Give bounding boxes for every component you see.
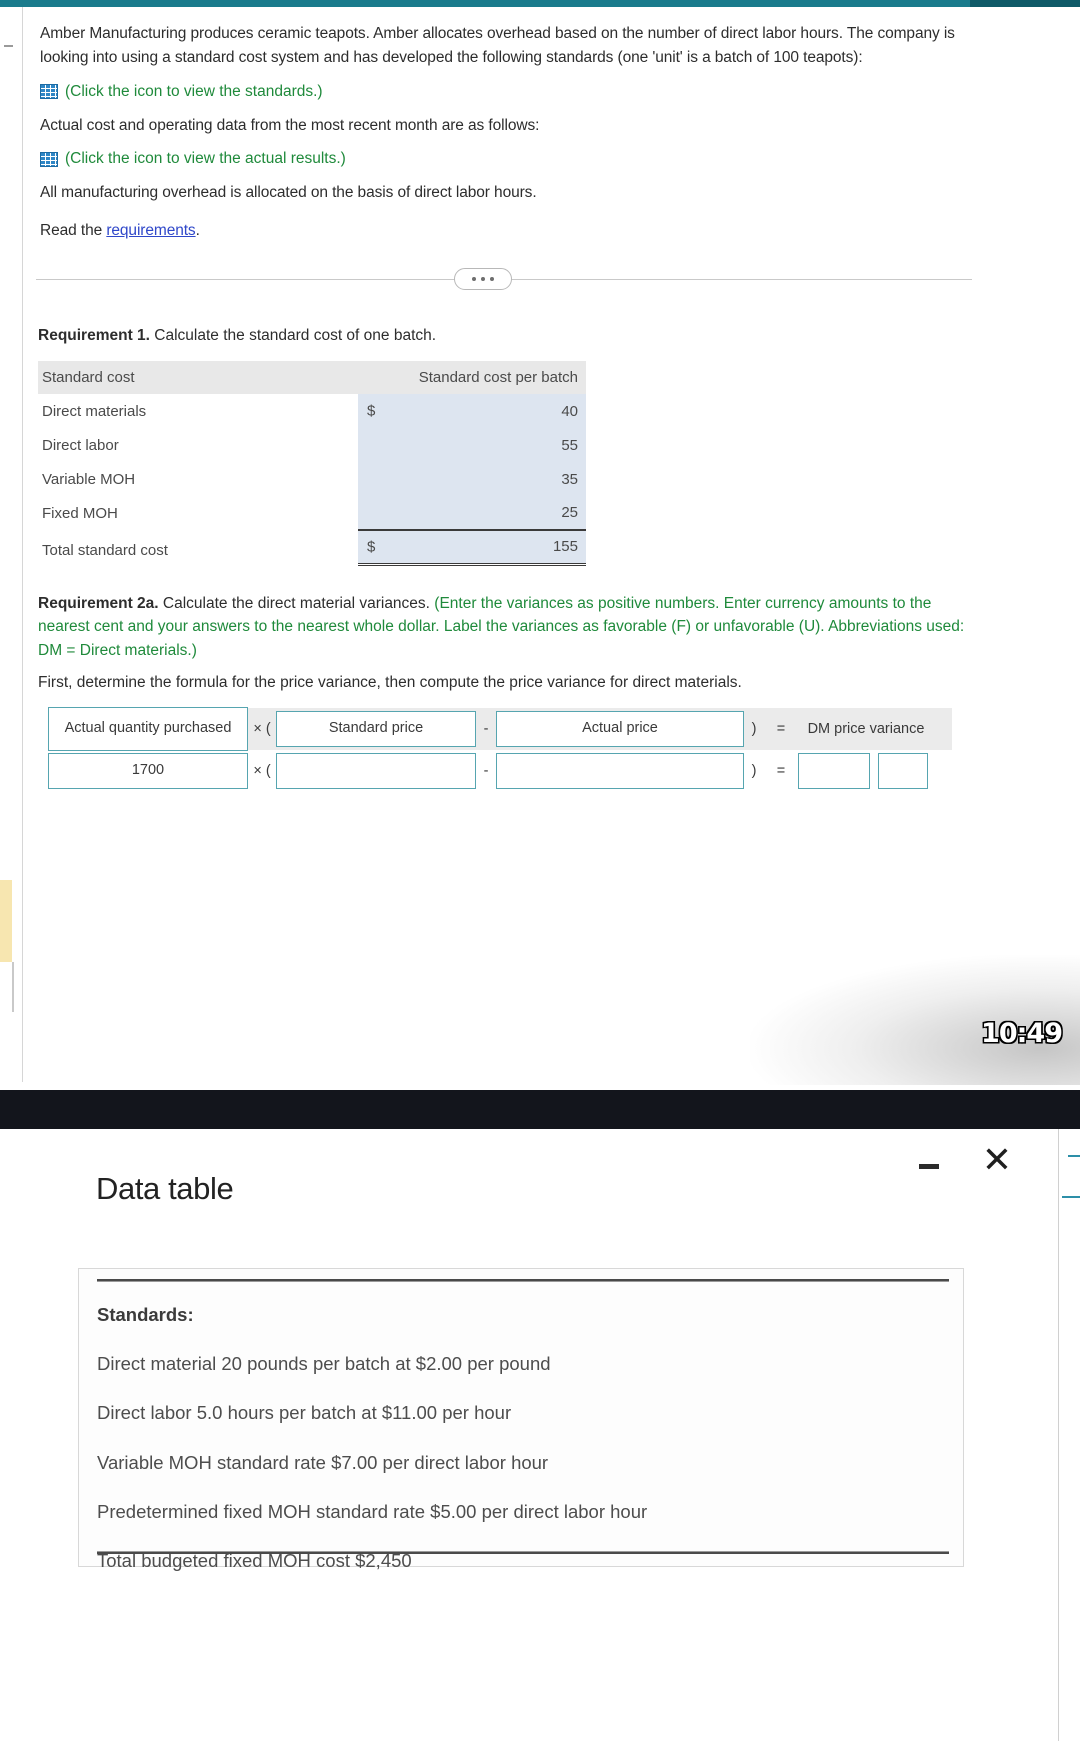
- equals-operator: =: [776, 763, 786, 779]
- formula-term2-label: Standard price: [276, 711, 476, 747]
- equals-operator: =: [776, 721, 786, 737]
- top-accent-bar-right: [970, 0, 1080, 7]
- modal-right-edge: [1058, 1129, 1059, 1741]
- standards-line-fixed-moh-rate: Predetermined fixed MOH standard rate $5…: [97, 1500, 648, 1522]
- standards-data-panel: Standards: Direct material 20 pounds per…: [78, 1268, 964, 1571]
- row-label-direct-labor: Direct labor: [42, 436, 119, 454]
- formula-input-row: 1700 × ( - ) =: [48, 750, 952, 792]
- value-text: 25: [561, 504, 578, 521]
- standards-heading: Standards:: [97, 1304, 194, 1325]
- requirement-2a-label: Requirement 2a.: [38, 595, 159, 612]
- table-header-left: Standard cost: [38, 361, 358, 394]
- app-root: Amber Manufacturing produces ceramic tea…: [0, 0, 1080, 1741]
- requirement-2a-heading: Requirement 2a. Calculate the direct mat…: [38, 592, 968, 662]
- background-accent-line: [1062, 1196, 1080, 1198]
- background-accent-line: [1068, 1155, 1080, 1157]
- read-suffix-text: .: [195, 221, 200, 239]
- standards-link-label[interactable]: (Click the icon to view the standards.): [65, 83, 323, 101]
- standard-price-input[interactable]: [276, 753, 476, 789]
- multiply-operator: × (: [253, 763, 271, 779]
- actual-results-link-label[interactable]: (Click the icon to view the actual resul…: [65, 150, 346, 168]
- actual-results-link-row[interactable]: (Click the icon to view the actual resul…: [40, 150, 980, 168]
- table-header-row: Standard cost Standard cost per batch: [38, 361, 586, 394]
- table-total-row: Total standard cost $155: [38, 530, 586, 566]
- row-value-variable-moh[interactable]: 35: [358, 462, 586, 496]
- row-value-fixed-moh[interactable]: 25: [358, 496, 586, 531]
- value-text: 40: [561, 402, 578, 420]
- multiply-operator: × (: [253, 721, 271, 737]
- standards-line-variable-moh: Variable MOH standard rate $7.00 per dir…: [97, 1451, 549, 1473]
- price-variance-instruction: First, determine the formula for the pri…: [38, 674, 742, 691]
- row-label-variable-moh: Variable MOH: [42, 470, 136, 488]
- standards-link-row[interactable]: (Click the icon to view the standards.): [40, 83, 980, 101]
- close-paren-operator: ): [751, 721, 757, 737]
- more-options-pill[interactable]: [454, 268, 512, 290]
- table-row: Direct labor 55: [38, 428, 586, 462]
- price-variance-formula: Actual quantity purchased × ( Standard p…: [48, 707, 952, 792]
- requirement-1-text: Calculate the standard cost of one batch…: [149, 327, 437, 344]
- left-rail: [0, 7, 22, 1082]
- row-value-direct-labor[interactable]: 55: [358, 428, 586, 462]
- modal-title: Data table: [96, 1171, 234, 1206]
- requirements-link[interactable]: requirements: [106, 222, 195, 239]
- dot-icon: [481, 277, 485, 281]
- minus-operator: -: [483, 763, 489, 779]
- requirement-1-label: Requirement 1.: [38, 327, 150, 344]
- requirement-1-heading: Requirement 1. Calculate the standard co…: [38, 327, 436, 345]
- dm-price-variance-flag-input[interactable]: [878, 753, 928, 789]
- row-value-direct-materials[interactable]: $40: [358, 394, 586, 428]
- minimize-button[interactable]: [910, 1149, 948, 1183]
- dot-icon: [472, 277, 476, 281]
- standards-line-direct-labor: Direct labor 5.0 hours per batch at $11.…: [97, 1402, 512, 1424]
- table-grid-icon[interactable]: [40, 151, 58, 167]
- rail-highlight-marker: [0, 880, 12, 962]
- minimize-icon: [919, 1163, 939, 1169]
- minus-operator: -: [483, 721, 489, 737]
- problem-paragraph-3: All manufacturing overhead is allocated …: [40, 184, 537, 202]
- formula-result-label: DM price variance: [807, 720, 925, 737]
- actual-price-input[interactable]: [496, 753, 744, 789]
- value-text: 35: [561, 470, 578, 488]
- standards-data-inner: Standards: Direct material 20 pounds per…: [97, 1279, 949, 1572]
- row-label-fixed-moh: Fixed MOH: [42, 504, 118, 522]
- section-divider: [36, 268, 972, 290]
- clock-overlay: 10:49: [981, 1018, 1063, 1049]
- close-paren-operator: ): [751, 763, 757, 779]
- table-header-right: Standard cost per batch: [358, 361, 586, 394]
- dot-icon: [490, 277, 494, 281]
- table-row: Direct materials $40: [38, 394, 586, 428]
- top-accent-bar: [0, 0, 1080, 7]
- close-button[interactable]: ✕: [975, 1137, 1019, 1183]
- rail-divider-line: [12, 962, 14, 1012]
- device-bezel-band: [0, 1090, 1080, 1129]
- formula-term3-label: Actual price: [496, 711, 744, 747]
- currency-symbol: $: [367, 402, 376, 420]
- actual-quantity-input[interactable]: 1700: [48, 753, 248, 789]
- formula-term1-label: Actual quantity purchased: [48, 707, 248, 751]
- problem-paragraph-1: Amber Manufacturing produces ceramic tea…: [40, 25, 955, 67]
- formula-header-row: Actual quantity purchased × ( Standard p…: [48, 707, 952, 751]
- dm-price-variance-input[interactable]: [798, 753, 870, 789]
- standards-line-direct-material: Direct material 20 pounds per batch at $…: [97, 1353, 551, 1375]
- requirement-2a-text: Calculate the direct material variances.: [158, 595, 435, 612]
- data-table-modal: Data table ✕ Standards: Direct material …: [0, 1129, 1058, 1741]
- row-label-total-standard-cost: Total standard cost: [42, 541, 168, 559]
- table-grid-icon[interactable]: [40, 84, 58, 100]
- read-requirements-row: Read the requirements.: [40, 219, 980, 243]
- background-window-sliver: [1058, 1129, 1080, 1741]
- row-value-total-standard-cost[interactable]: $155: [358, 530, 586, 566]
- panel-bottom-rule: [97, 1551, 949, 1554]
- standard-cost-table: Standard cost Standard cost per batch Di…: [38, 361, 586, 566]
- currency-symbol: $: [367, 538, 376, 556]
- read-prefix-text: Read the: [40, 221, 107, 239]
- table-row: Fixed MOH 25: [38, 496, 586, 531]
- value-text: 55: [561, 436, 578, 454]
- problem-paragraph-2: Actual cost and operating data from the …: [40, 116, 540, 134]
- rail-tick-marker: [4, 45, 13, 47]
- problem-statement: Amber Manufacturing produces ceramic tea…: [40, 22, 980, 243]
- table-row: Variable MOH 35: [38, 462, 586, 496]
- row-label-direct-materials: Direct materials: [42, 402, 147, 420]
- panel-top-rule: [97, 1279, 949, 1282]
- value-text: 155: [552, 538, 578, 556]
